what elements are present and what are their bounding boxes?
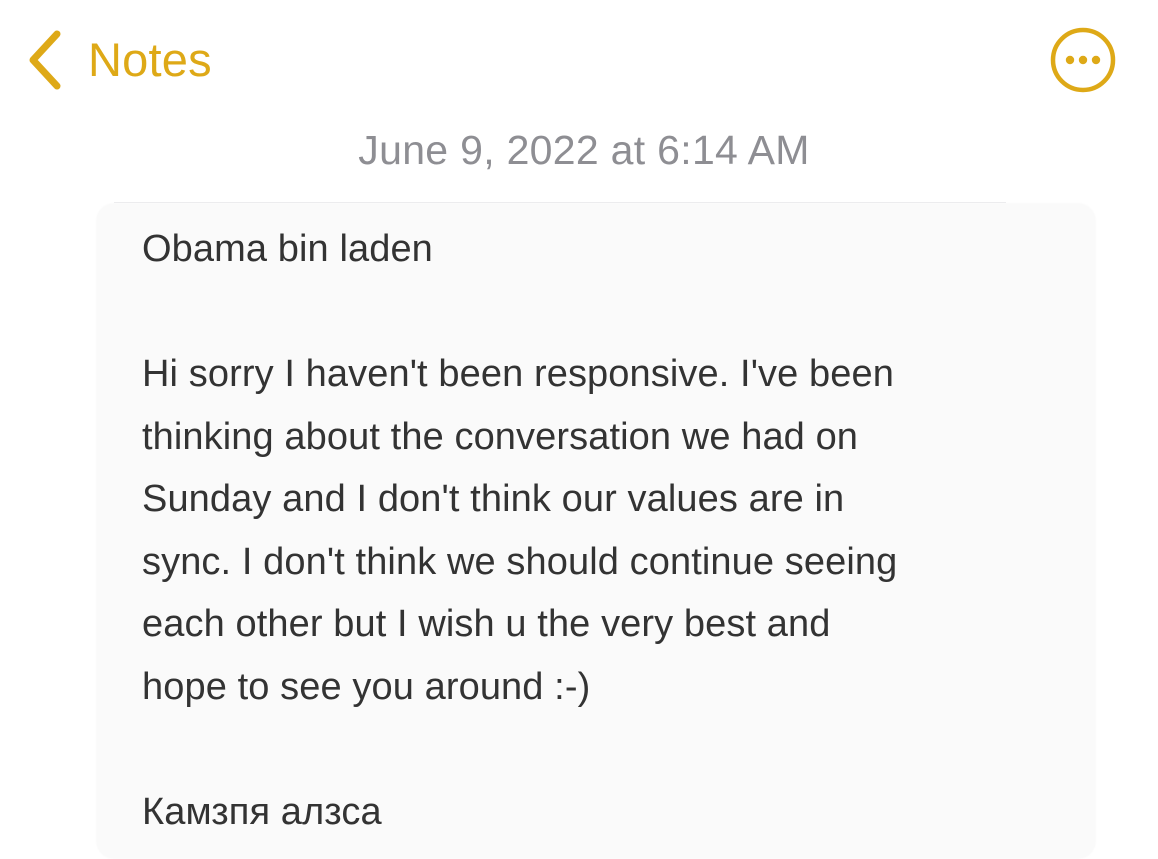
note-paragraph-line: Hi sorry I haven't been responsive. I've… bbox=[142, 353, 894, 395]
note-paragraph-line: each other but I wish u the very best an… bbox=[142, 603, 831, 645]
note-paragraph-line: hope to see you around :-) bbox=[142, 665, 591, 708]
back-button-label: Notes bbox=[88, 33, 212, 86]
ellipsis-circle-icon bbox=[1050, 27, 1116, 97]
chevron-left-icon bbox=[24, 28, 64, 92]
more-options-button[interactable] bbox=[1050, 27, 1116, 93]
note-body[interactable]: Obama bin laden Hi sorry I haven't been … bbox=[142, 218, 1062, 843]
note-paragraph-line: thinking about the conversation we had o… bbox=[142, 415, 859, 458]
note-title: Obama bin laden bbox=[142, 228, 433, 270]
note-paragraph-line: sync. I don't think we should continue s… bbox=[142, 540, 898, 583]
note-paragraph-line: Sunday and I don't think our values are … bbox=[142, 478, 845, 520]
back-button[interactable]: Notes bbox=[24, 28, 212, 92]
note-signature: Камзпя алзса bbox=[142, 790, 382, 833]
note-timestamp: June 9, 2022 at 6:14 AM bbox=[358, 127, 810, 173]
navigation-bar: Notes bbox=[0, 0, 1158, 120]
